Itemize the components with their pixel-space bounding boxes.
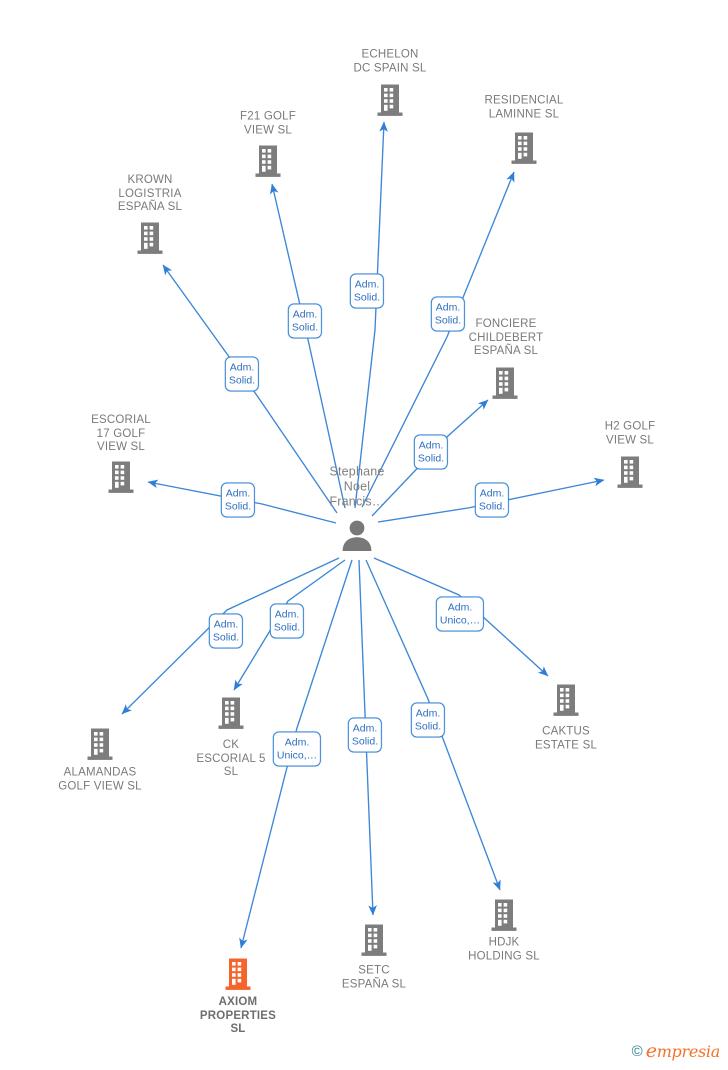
edge-f21 — [269, 183, 346, 509]
edge-label-edge-residencial[interactable]: Adm. Solid. — [430, 296, 466, 332]
node-label-f21-golf-view: F21 GOLF VIEW SL — [208, 111, 328, 138]
brand-rest: mpresia — [656, 1042, 721, 1061]
node-label-escorial-17-golf-view: ESCORIAL 17 GOLF VIEW SL — [61, 414, 181, 455]
node-label-alamandas-golf-view: ALAMANDAS GOLF VIEW SL — [40, 767, 160, 794]
building-icon — [251, 144, 285, 178]
node-label-text: HDJK HOLDING SL — [468, 936, 540, 963]
node-f21-golf-view[interactable] — [251, 144, 285, 178]
edge-echelon — [354, 121, 388, 509]
person-icon-wrap[interactable] — [337, 518, 377, 552]
node-label-axiom-properties: AXIOM PROPERTIES SL — [178, 996, 298, 1037]
building-icon — [373, 83, 407, 117]
node-label-text: CAKTUS ESTATE SL — [534, 725, 598, 752]
building-icon — [507, 131, 541, 165]
brand-wordmark: empresia — [645, 1040, 721, 1062]
edge-label-edge-fonciere[interactable]: Adm. Solid. — [413, 434, 449, 470]
node-label-text: ECHELON DC SPAIN SL — [353, 48, 427, 75]
building-icon — [214, 696, 248, 730]
node-label-setc-espana: SETC ESPAÑA SL — [314, 965, 434, 992]
node-person-center[interactable]: Stephane Noel Francis… — [297, 465, 417, 510]
building-icon — [613, 455, 647, 489]
node-fonciere-childebert-espana[interactable] — [488, 366, 522, 400]
edge-label-edge-escorial17[interactable]: Adm. Solid. — [220, 482, 256, 518]
edge-label-edge-f21[interactable]: Adm. Solid. — [287, 303, 323, 339]
node-label-person-center: Stephane Noel Francis… — [329, 464, 385, 509]
node-setc-espana[interactable] — [357, 923, 391, 957]
node-label-text: ESCORIAL 17 GOLF VIEW SL — [91, 413, 151, 453]
node-residencial-laminne[interactable] — [507, 131, 541, 165]
node-hdjk-holding[interactable] — [487, 898, 521, 932]
person-icon — [337, 518, 377, 552]
building-icon — [133, 221, 167, 255]
node-axiom-properties[interactable] — [221, 957, 255, 991]
edge-label-edge-axiom[interactable]: Adm. Unico,… — [272, 731, 322, 767]
building-icon — [221, 957, 255, 991]
watermark: © empresia — [631, 1040, 721, 1062]
node-alamandas-golf-view[interactable] — [83, 727, 117, 761]
node-ck-escorial-5[interactable] — [214, 696, 248, 730]
node-label-text: SETC ESPAÑA SL — [341, 964, 407, 991]
edge-label-edge-setc[interactable]: Adm. Solid. — [347, 717, 383, 753]
node-label-caktus-estate: CAKTUS ESTATE SL — [506, 726, 626, 753]
building-icon — [487, 898, 521, 932]
building-icon — [83, 727, 117, 761]
edge-label-edge-hdjk[interactable]: Adm. Solid. — [410, 702, 446, 738]
edge-label-edge-echelon[interactable]: Adm. Solid. — [349, 273, 385, 309]
node-label-hdjk-holding: HDJK HOLDING SL — [444, 937, 564, 964]
building-icon — [549, 683, 583, 717]
node-label-krown-logistria-espana: KROWN LOGISTRIA ESPAÑA SL — [90, 174, 210, 215]
edge-label-edge-h2[interactable]: Adm. Solid. — [474, 482, 510, 518]
node-escorial-17-golf-view[interactable] — [104, 460, 138, 494]
node-label-h2-golf-view: H2 GOLF VIEW SL — [570, 421, 690, 448]
node-caktus-estate[interactable] — [549, 683, 583, 717]
node-krown-logistria-espana[interactable] — [133, 221, 167, 255]
brand-initial: e — [645, 1040, 657, 1062]
edge-label-edge-caktus[interactable]: Adm. Unico,… — [435, 596, 485, 632]
node-label-text: F21 GOLF VIEW SL — [240, 110, 296, 137]
node-echelon-dc-spain[interactable] — [373, 83, 407, 117]
network-diagram-canvas: Stephane Noel Francis… ECHELON DC SPAIN … — [0, 0, 728, 1070]
node-label-text: KROWN LOGISTRIA ESPAÑA SL — [117, 173, 183, 213]
building-icon — [488, 366, 522, 400]
node-label-text: ALAMANDAS GOLF VIEW SL — [58, 766, 142, 793]
edge-label-edge-alamandas[interactable]: Adm. Solid. — [208, 613, 244, 649]
building-icon — [104, 460, 138, 494]
building-icon — [357, 923, 391, 957]
copyright-icon: © — [631, 1042, 643, 1060]
node-label-text: RESIDENCIAL LAMINNE SL — [484, 94, 564, 121]
node-h2-golf-view[interactable] — [613, 455, 647, 489]
edge-label-edge-krown[interactable]: Adm. Solid. — [224, 356, 260, 392]
edge-label-edge-ck-escorial[interactable]: Adm. Solid. — [269, 603, 305, 639]
node-label-echelon-dc-spain: ECHELON DC SPAIN SL — [330, 49, 450, 76]
node-label-text: H2 GOLF VIEW SL — [604, 420, 656, 447]
node-label-text: AXIOM PROPERTIES SL — [199, 995, 277, 1035]
node-label-residencial-laminne: RESIDENCIAL LAMINNE SL — [464, 95, 584, 122]
